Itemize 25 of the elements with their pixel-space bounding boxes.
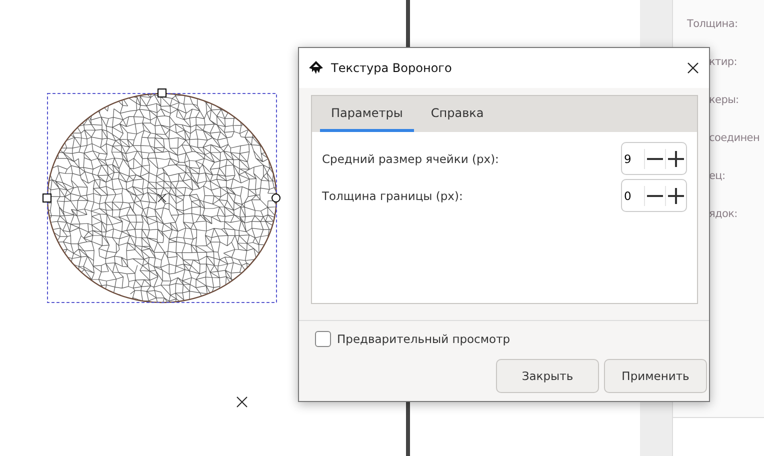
dialog-title: Текстура Вороного [331,61,453,75]
plus-icon[interactable] [665,148,686,168]
app-logo-icon [309,61,323,75]
spin-field[interactable]: 9 [621,142,687,175]
panel-label: ядок: [709,207,738,222]
panel-label: Толщина: [687,17,738,32]
checkbox-label: Предварительный просмотр [337,332,510,346]
selected-voronoi-ellipse-drawing[interactable] [42,88,280,304]
panel-label: ец: [709,169,726,184]
spin-field[interactable]: 0 [621,179,687,212]
panel-label: керы: [709,93,739,108]
close-icon[interactable] [687,62,699,74]
tab[interactable]: Параметры [320,96,414,132]
panel-label: ктир: [709,55,737,70]
cross-marker-icon [236,396,248,408]
preview-checkbox[interactable] [315,331,331,347]
minus-icon[interactable] [644,148,665,168]
tab[interactable]: Справка [420,96,495,132]
panel-label: соединен [709,131,760,146]
dialog-button[interactable]: Применить [604,359,707,393]
dialog-button[interactable]: Закрыть [496,359,599,393]
minus-icon[interactable] [644,186,665,206]
field-label: Средний размер ячейки (px): [322,152,499,166]
plus-icon[interactable] [665,186,686,206]
field-label: Толщина границы (px): [322,188,463,202]
